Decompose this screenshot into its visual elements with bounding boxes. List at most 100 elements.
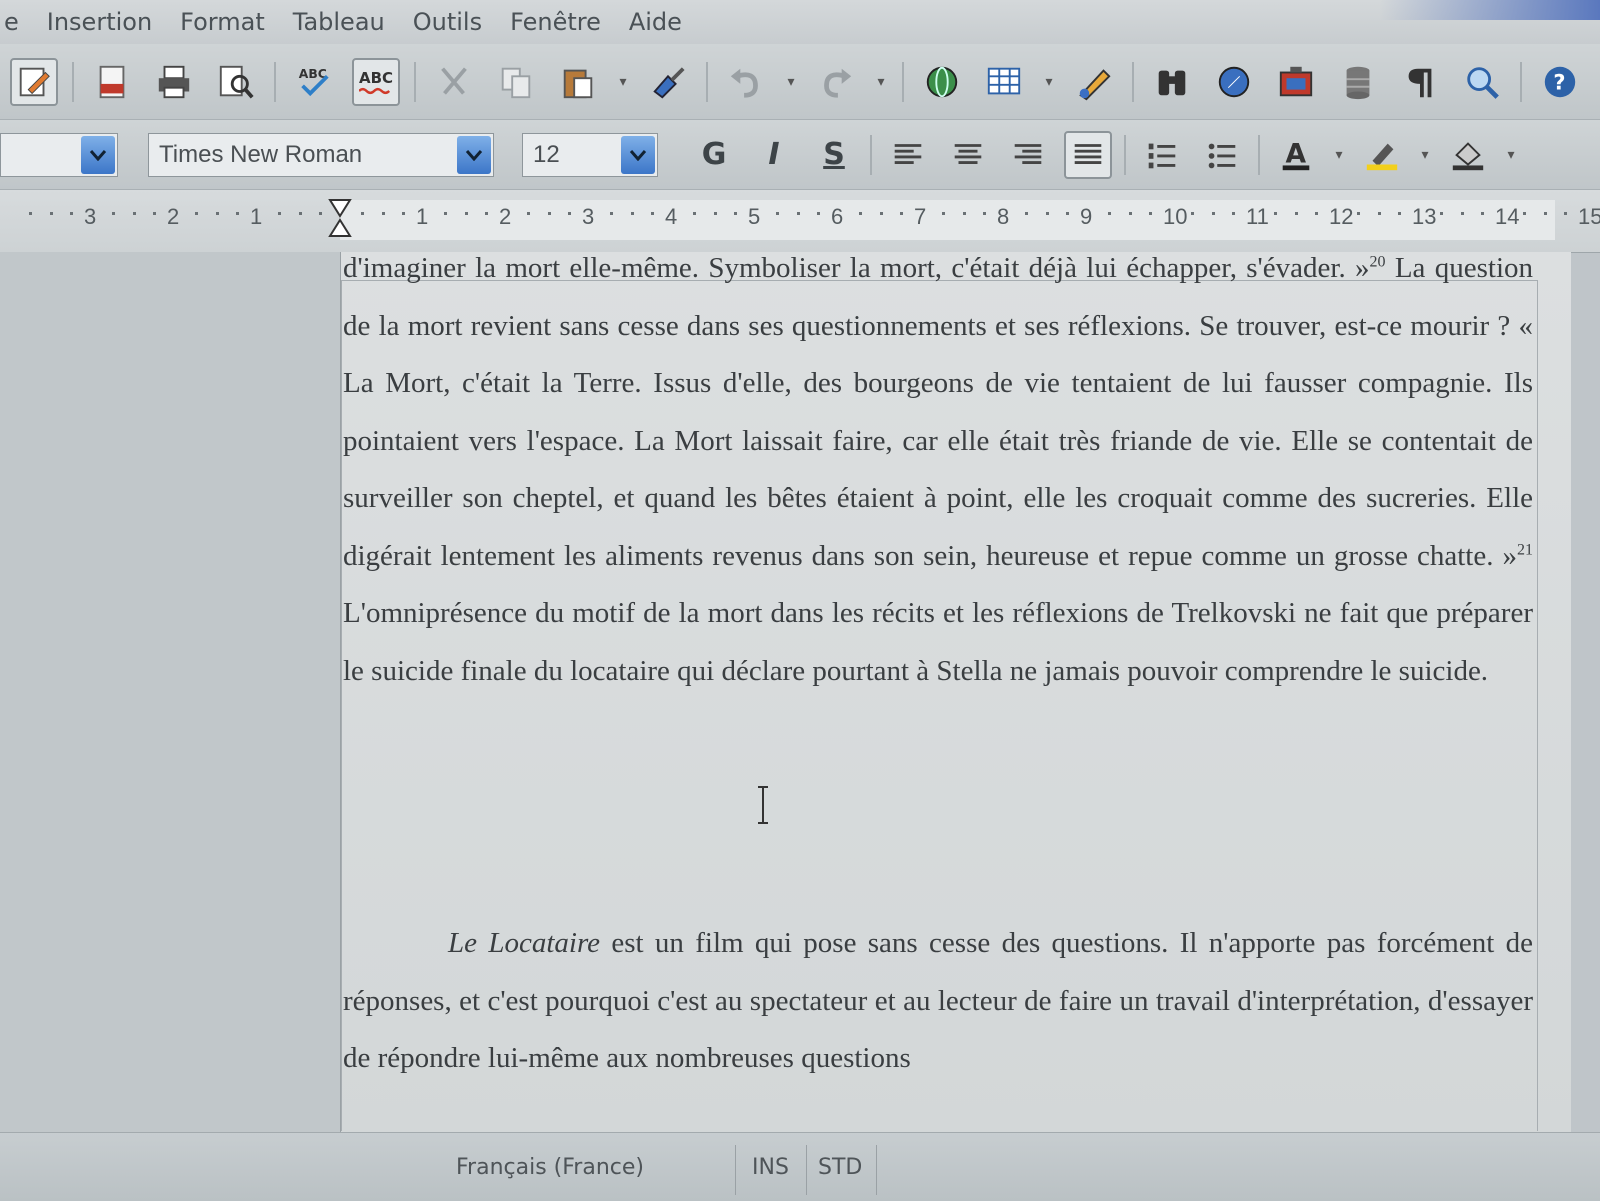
paste-button[interactable] xyxy=(554,58,602,106)
numbered-list-icon xyxy=(1148,143,1176,168)
help-button[interactable]: ? xyxy=(1536,58,1584,106)
edit-file-button[interactable] xyxy=(10,57,58,106)
table-dropdown-arrow[interactable]: ▾ xyxy=(1042,72,1056,92)
print-button[interactable] xyxy=(150,58,198,106)
numbering-button[interactable] xyxy=(1138,131,1186,179)
undo-button[interactable] xyxy=(722,58,770,106)
status-bar: Français (France) INS STD xyxy=(0,1132,1600,1201)
bullets-button[interactable] xyxy=(1198,131,1246,179)
ruler-tick-mark xyxy=(28,212,32,215)
underline-button[interactable]: S xyxy=(810,131,858,179)
spellcheck-button[interactable]: ABC xyxy=(290,58,338,106)
ruler-tick-mark xyxy=(1024,212,1028,215)
cut-button[interactable] xyxy=(430,58,478,106)
underline-label: S xyxy=(823,137,845,172)
hyperlink-icon xyxy=(926,66,958,97)
ruler-tick-mark xyxy=(319,212,323,215)
status-separator xyxy=(806,1145,807,1195)
ruler-tick-mark xyxy=(568,212,572,215)
bold-button[interactable]: G xyxy=(690,131,738,179)
align-left-button[interactable] xyxy=(884,131,932,179)
ruler-tick-label: 9 xyxy=(1080,204,1093,229)
copy-button[interactable] xyxy=(492,58,540,106)
ruler-tick-mark xyxy=(153,212,157,215)
data-sources-button[interactable] xyxy=(1334,58,1382,106)
font-size-value: 12 xyxy=(533,140,560,168)
export-pdf-button[interactable] xyxy=(88,58,136,106)
ruler-tick-mark xyxy=(1232,212,1236,215)
ruler-tick-mark xyxy=(1460,212,1464,215)
ruler-tick-label: 10 xyxy=(1163,204,1188,229)
hyperlink-button[interactable] xyxy=(918,58,966,106)
background-color-button[interactable] xyxy=(1444,131,1492,179)
ruler-tick-mark xyxy=(360,212,364,215)
background-color-dropdown-arrow[interactable]: ▾ xyxy=(1504,145,1518,165)
ruler-tick-label: 11 xyxy=(1246,204,1269,229)
menu-aide[interactable]: Aide xyxy=(629,8,682,36)
menu-fenetre[interactable]: Fenêtre xyxy=(510,8,601,36)
ruler-tick-mark xyxy=(1066,212,1070,215)
undo-dropdown-arrow[interactable]: ▾ xyxy=(784,72,798,92)
selection-mode-status[interactable]: STD xyxy=(818,1155,862,1180)
gallery-button[interactable] xyxy=(1272,58,1320,106)
menu-tableau[interactable]: Tableau xyxy=(293,8,385,36)
font-name-combo[interactable]: Times New Roman xyxy=(148,132,494,177)
footnote-ref-21[interactable]: 21 xyxy=(1517,541,1533,558)
ruler-tick-label: 12 xyxy=(1329,204,1354,229)
navigator-button[interactable] xyxy=(1210,58,1258,106)
redo-button[interactable] xyxy=(812,58,860,106)
draw-functions-button[interactable] xyxy=(1070,58,1118,106)
formatting-marks-button[interactable] xyxy=(1396,58,1444,106)
spellcheck-icon: ABC xyxy=(299,67,329,96)
ruler-tick-mark xyxy=(734,212,738,215)
highlighting-dropdown-arrow[interactable]: ▾ xyxy=(1418,145,1432,165)
zoom-button[interactable] xyxy=(1458,58,1506,106)
align-center-button[interactable] xyxy=(944,131,992,179)
ruler-tick-label: 2 xyxy=(167,204,180,229)
page-preview-button[interactable] xyxy=(212,58,260,106)
highlighting-button[interactable] xyxy=(1358,131,1406,179)
font-color-button[interactable]: A xyxy=(1272,131,1320,179)
paragraph-1[interactable]: d'imaginer la mort elle-même. Symboliser… xyxy=(343,240,1533,700)
document-page[interactable]: d'imaginer la mort elle-même. Symboliser… xyxy=(340,252,1571,1132)
chevron-down-icon[interactable] xyxy=(621,135,655,174)
language-status[interactable]: Français (France) xyxy=(456,1155,644,1180)
help-icon: ? xyxy=(1544,66,1576,97)
title-bar-edge xyxy=(1380,0,1600,20)
ruler-tick-mark xyxy=(879,212,883,215)
ruler-tick-label: 5 xyxy=(748,204,761,229)
redo-dropdown-arrow[interactable]: ▾ xyxy=(874,72,888,92)
export-pdf-icon xyxy=(99,65,125,98)
menu-edit[interactable]: e xyxy=(4,8,19,36)
font-color-icon: A xyxy=(1282,138,1310,170)
paragraph-2[interactable]: Le Locataire est un film qui pose sans c… xyxy=(343,915,1533,1088)
align-right-button[interactable] xyxy=(1004,131,1052,179)
format-paintbrush-button[interactable] xyxy=(644,58,692,106)
menu-insertion[interactable]: Insertion xyxy=(47,8,152,36)
table-icon xyxy=(987,67,1021,94)
indent-marker-icon[interactable] xyxy=(328,198,352,238)
pilcrow-icon xyxy=(1408,68,1432,97)
toolbar-separator xyxy=(72,61,74,102)
menu-format[interactable]: Format xyxy=(180,8,265,36)
ruler-tick-mark xyxy=(1190,212,1194,215)
table-button[interactable] xyxy=(980,58,1028,106)
footnote-ref-20[interactable]: 20 xyxy=(1370,253,1386,270)
chevron-down-icon[interactable] xyxy=(457,135,491,174)
chevron-down-icon[interactable] xyxy=(81,135,115,174)
bold-label: G xyxy=(701,137,727,172)
cut-icon xyxy=(441,66,467,95)
ruler-tick-mark xyxy=(381,212,385,215)
insert-mode-status[interactable]: INS xyxy=(752,1155,789,1180)
ruler-tick-mark xyxy=(443,212,447,215)
menu-outils[interactable]: Outils xyxy=(413,8,482,36)
paste-dropdown-arrow[interactable]: ▾ xyxy=(616,72,630,92)
find-replace-button[interactable] xyxy=(1148,58,1196,106)
font-size-combo[interactable]: 12 xyxy=(522,132,658,177)
paragraph-style-combo[interactable] xyxy=(0,132,118,177)
ruler-tick-mark xyxy=(1439,212,1443,215)
italic-button[interactable]: I xyxy=(750,131,798,179)
autospellcheck-button[interactable]: ABC xyxy=(352,57,400,106)
justify-button[interactable] xyxy=(1064,130,1112,179)
font-color-dropdown-arrow[interactable]: ▾ xyxy=(1332,145,1346,165)
